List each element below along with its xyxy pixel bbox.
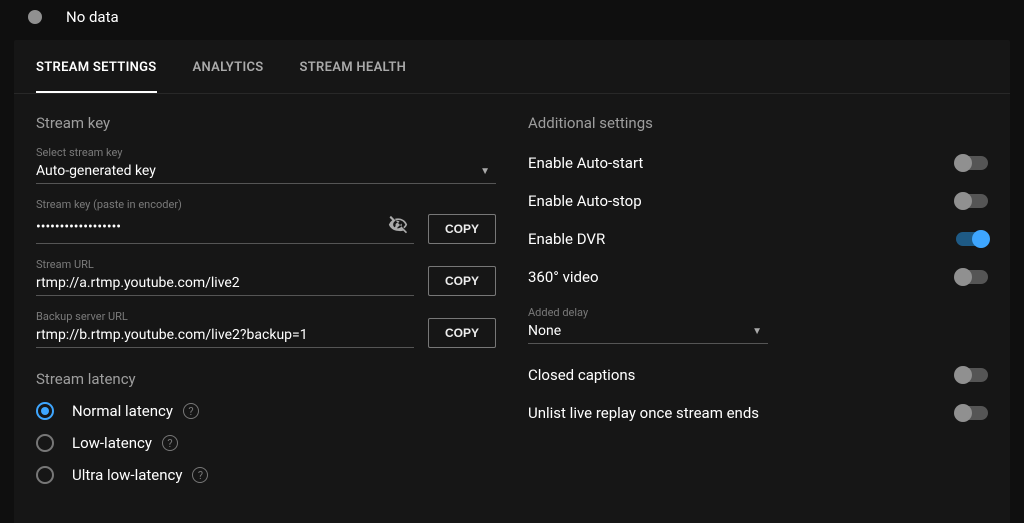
help-icon[interactable]: ? <box>192 467 208 483</box>
top-status-row: No data <box>0 0 1024 40</box>
video360-toggle[interactable] <box>956 270 988 284</box>
auto-stop-toggle[interactable] <box>956 194 988 208</box>
right-column: Additional settings Enable Auto-start En… <box>528 114 988 498</box>
dvr-toggle[interactable] <box>956 232 988 246</box>
stream-url-input[interactable]: rtmp://a.rtmp.youtube.com/live2 <box>36 273 414 296</box>
copy-stream-key-button[interactable]: COPY <box>428 214 496 244</box>
stream-key-heading: Stream key <box>36 114 496 132</box>
status-label: No data <box>66 8 119 26</box>
radio-icon <box>36 466 54 484</box>
chevron-down-icon: ▼ <box>474 166 496 177</box>
tab-analytics[interactable]: ANALYTICS <box>193 58 264 93</box>
added-delay-dropdown[interactable]: None ▼ <box>528 321 768 344</box>
help-icon[interactable]: ? <box>162 435 178 451</box>
stream-key-value: •••••••••••••••••• <box>36 219 382 235</box>
latency-low-label: Low-latency <box>72 434 152 452</box>
stream-url-label: Stream URL <box>36 258 414 271</box>
latency-low-option[interactable]: Low-latency ? <box>36 434 496 452</box>
tabs-row: STREAM SETTINGS ANALYTICS STREAM HEALTH <box>14 40 1010 94</box>
latency-ultra-label: Ultra low-latency <box>72 466 182 484</box>
latency-ultra-option[interactable]: Ultra low-latency ? <box>36 466 496 484</box>
dvr-label: Enable DVR <box>528 230 605 248</box>
auto-start-label: Enable Auto-start <box>528 154 643 172</box>
help-icon[interactable]: ? <box>183 403 199 419</box>
select-stream-key-value: Auto-generated key <box>36 163 474 179</box>
status-dot-icon <box>28 10 42 24</box>
left-column: Stream key Select stream key Auto-genera… <box>36 114 496 498</box>
stream-key-input[interactable]: •••••••••••••••••• <box>36 213 414 244</box>
tab-stream-settings[interactable]: STREAM SETTINGS <box>36 58 157 93</box>
stream-url-value: rtmp://a.rtmp.youtube.com/live2 <box>36 275 414 291</box>
visibility-off-icon[interactable] <box>382 215 414 239</box>
unlist-replay-toggle[interactable] <box>956 406 988 420</box>
backup-url-input[interactable]: rtmp://b.rtmp.youtube.com/live2?backup=1 <box>36 325 414 348</box>
closed-captions-toggle[interactable] <box>956 368 988 382</box>
backup-url-label: Backup server URL <box>36 310 414 323</box>
radio-icon <box>36 402 54 420</box>
stream-key-input-label: Stream key (paste in encoder) <box>36 198 414 211</box>
latency-normal-option[interactable]: Normal latency ? <box>36 402 496 420</box>
radio-icon <box>36 434 54 452</box>
added-delay-label: Added delay <box>528 306 988 319</box>
stream-latency-heading: Stream latency <box>36 370 496 388</box>
video360-label: 360° video <box>528 268 599 286</box>
backup-url-value: rtmp://b.rtmp.youtube.com/live2?backup=1 <box>36 327 414 343</box>
tab-stream-health[interactable]: STREAM HEALTH <box>300 58 407 93</box>
additional-settings-heading: Additional settings <box>528 114 988 132</box>
copy-stream-url-button[interactable]: COPY <box>428 266 496 296</box>
auto-start-toggle[interactable] <box>956 156 988 170</box>
settings-panel: STREAM SETTINGS ANALYTICS STREAM HEALTH … <box>14 40 1010 523</box>
latency-normal-label: Normal latency <box>72 402 173 420</box>
closed-captions-label: Closed captions <box>528 366 635 384</box>
added-delay-value: None <box>528 323 746 339</box>
copy-backup-url-button[interactable]: COPY <box>428 318 496 348</box>
auto-stop-label: Enable Auto-stop <box>528 192 642 210</box>
unlist-replay-label: Unlist live replay once stream ends <box>528 404 759 422</box>
select-stream-key-label: Select stream key <box>36 146 496 159</box>
select-stream-key-dropdown[interactable]: Auto-generated key ▼ <box>36 161 496 184</box>
chevron-down-icon: ▼ <box>746 326 768 337</box>
